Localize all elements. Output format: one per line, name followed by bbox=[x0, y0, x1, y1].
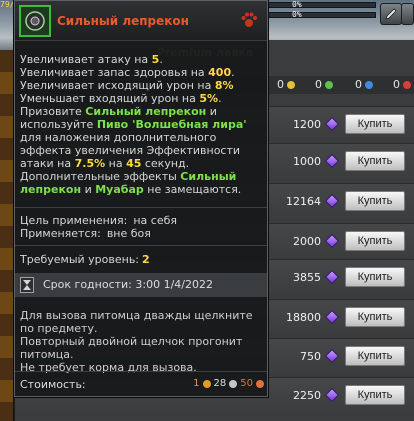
progress-percent-1: 0% bbox=[292, 0, 302, 9]
effect-line-incoming: Уменьшает входящий урон на 5%. bbox=[20, 92, 222, 105]
premium-coin-icon bbox=[324, 348, 340, 364]
effect-line-use: используйте Пиво 'Волшебная лира' bbox=[20, 118, 247, 131]
buy-button[interactable]: Купить bbox=[345, 267, 405, 287]
cost-row: Стоимость: 1 28 50 bbox=[20, 378, 264, 391]
red-gem-icon bbox=[403, 80, 411, 89]
progress-bar-1 bbox=[266, 2, 376, 8]
buy-button[interactable]: Купить bbox=[345, 385, 405, 405]
leprechaun-item-icon bbox=[19, 5, 51, 37]
cost-copper: 50 bbox=[240, 378, 253, 389]
divider bbox=[15, 371, 267, 372]
silver-coin-icon bbox=[229, 379, 238, 388]
cost-gold: 1 bbox=[193, 378, 200, 389]
item-title: Сильный лепрекон bbox=[57, 14, 189, 28]
expiry-text: Срок годности: 3:00 1/4/2022 bbox=[43, 278, 213, 291]
buy-button[interactable]: Купить bbox=[345, 191, 405, 211]
buy-button[interactable]: Купить bbox=[345, 231, 405, 251]
premium-coin-icon bbox=[324, 153, 340, 169]
copper-coin-icon bbox=[256, 379, 264, 388]
effect-line-9: атаки на 7.5% на 45 секунд. bbox=[20, 157, 190, 170]
row-price: 1200 bbox=[293, 118, 321, 131]
row-price: 12164 bbox=[286, 195, 321, 208]
effect-line-outgoing: Увеличивает исходящий урон на 8% bbox=[20, 79, 234, 92]
effects-text: Увеличивает атаку на 5. Увеличивает запа… bbox=[20, 53, 264, 196]
required-level: Требуемый уровень: 2 bbox=[20, 253, 150, 266]
effect-line-10: Дополнительные эффекты Сильный bbox=[20, 170, 237, 183]
currency-gold: 0 bbox=[277, 78, 295, 91]
currency-green: 0 bbox=[315, 78, 333, 91]
menu-icon[interactable] bbox=[401, 3, 414, 25]
effect-line-health: Увеличивает запас здоровья на 400. bbox=[20, 66, 235, 79]
premium-coin-icon bbox=[324, 193, 340, 209]
premium-coin-icon bbox=[324, 116, 340, 132]
divider bbox=[15, 245, 267, 246]
row-price: 2250 bbox=[293, 389, 321, 402]
premium-coin-icon bbox=[324, 309, 340, 325]
effect-line-11: лепрекон и Муабар не замещаются. bbox=[20, 183, 242, 196]
gold-gem-icon bbox=[287, 80, 295, 89]
currency-red: 0 bbox=[393, 78, 411, 91]
usage-description: Для вызова питомца дважды щелкните по пр… bbox=[20, 309, 253, 374]
row-price: 750 bbox=[300, 350, 321, 363]
premium-coin-icon bbox=[324, 269, 340, 285]
hotbar-strip bbox=[0, 50, 14, 421]
expiry-bar: Срок годности: 3:00 1/4/2022 bbox=[15, 273, 267, 297]
buy-button[interactable]: Купить bbox=[345, 346, 405, 366]
premium-coin-icon bbox=[324, 387, 340, 403]
buy-button[interactable]: Купить bbox=[345, 114, 405, 134]
effect-line-summon: Призовите Сильный лепрекон и bbox=[20, 105, 217, 118]
effect-line-7: для наложения дополнительного bbox=[20, 131, 217, 144]
premium-coin-icon bbox=[324, 233, 340, 249]
tooltip-header: Сильный лепрекон bbox=[15, 1, 267, 41]
cost-label: Стоимость: bbox=[20, 378, 86, 391]
blue-gem-icon bbox=[365, 80, 373, 89]
row-price: 1000 bbox=[293, 155, 321, 168]
pencil-icon[interactable] bbox=[380, 3, 402, 25]
paw-icon bbox=[239, 10, 259, 34]
target-row: Цель применения: на себя bbox=[20, 214, 177, 227]
hourglass-icon bbox=[20, 277, 34, 293]
effect-line-8: эффекта увеличения Эффективности bbox=[20, 144, 241, 157]
progress-percent-2: 0% bbox=[292, 10, 302, 19]
buy-button[interactable]: Купить bbox=[345, 151, 405, 171]
applies-row: Применяется: вне боя bbox=[20, 227, 151, 240]
green-gem-icon bbox=[325, 80, 333, 89]
cost-values: 1 28 50 bbox=[193, 378, 264, 389]
currency-blue: 0 bbox=[355, 78, 373, 91]
item-tooltip: Сильный лепрекон Увеличивает атаку на 5.… bbox=[14, 0, 268, 397]
buy-button[interactable]: Купить bbox=[345, 307, 405, 327]
gold-coin-icon bbox=[202, 379, 211, 388]
divider bbox=[15, 207, 267, 208]
row-price: 3855 bbox=[293, 271, 321, 284]
progress-bar-2 bbox=[266, 12, 376, 18]
effect-line-attack: Увеличивает атаку на 5. bbox=[20, 53, 163, 66]
row-price: 18800 bbox=[286, 311, 321, 324]
cost-silver: 28 bbox=[213, 378, 227, 389]
row-price: 2000 bbox=[293, 235, 321, 248]
